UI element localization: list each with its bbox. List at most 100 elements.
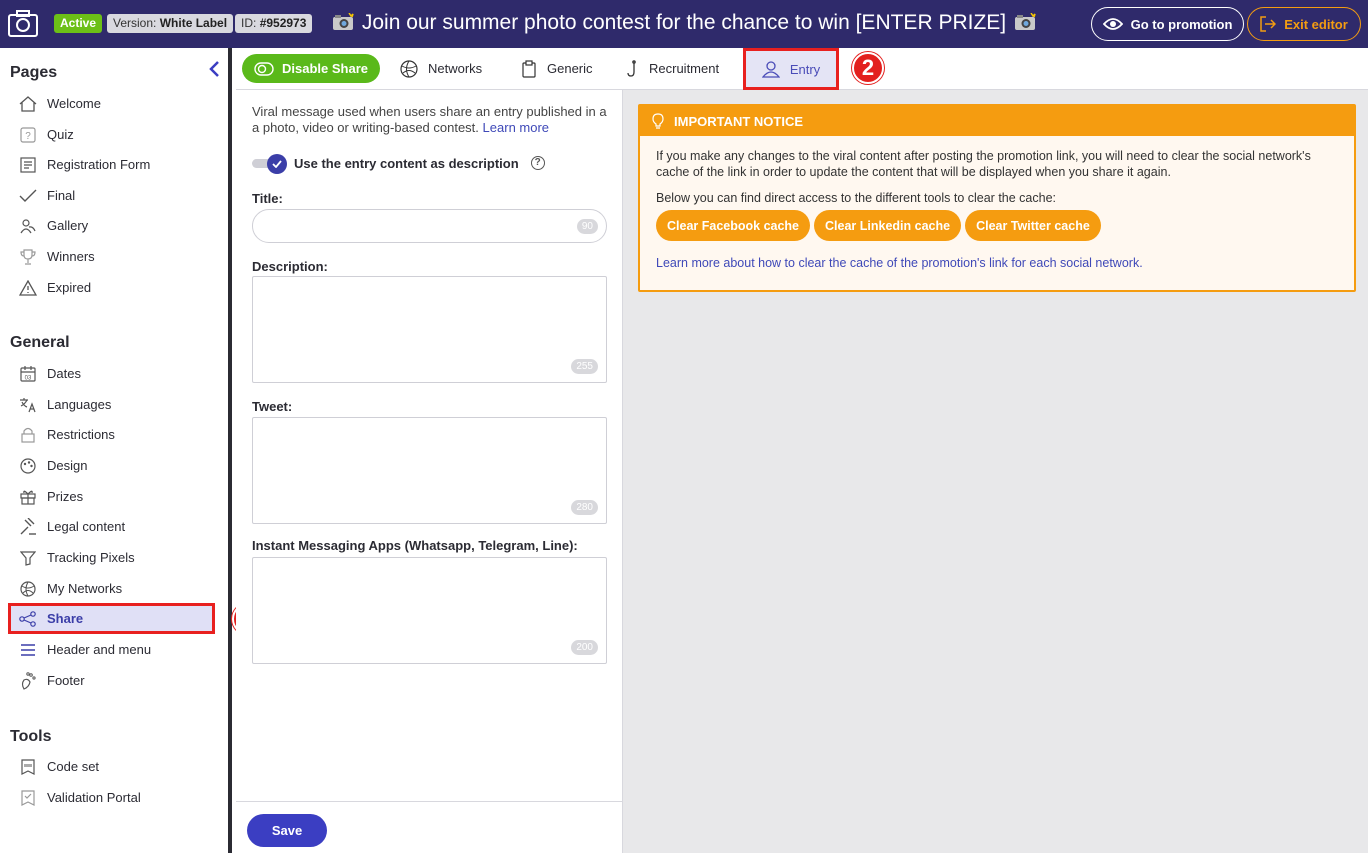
tab-generic[interactable]: Generic xyxy=(521,54,593,83)
svg-text:03: 03 xyxy=(25,375,32,381)
entry-share-form: Viral message used when users share an e… xyxy=(236,90,623,853)
calendar-icon: 03 xyxy=(19,365,37,383)
tools-section-title: Tools xyxy=(10,728,52,745)
title-label: Title: xyxy=(252,191,283,206)
sidebar-item-quiz[interactable]: ? Quiz xyxy=(10,121,213,148)
notice-header: IMPORTANT NOTICE xyxy=(640,106,1354,136)
description-textarea[interactable]: 255 xyxy=(252,276,607,383)
general-section-title: General xyxy=(10,334,70,351)
sidebar-item-welcome[interactable]: Welcome xyxy=(10,90,213,117)
toggle-eye-icon xyxy=(254,61,274,76)
sidebar-item-header-and-menu[interactable]: Header and menu xyxy=(10,636,213,663)
form-icon xyxy=(19,156,37,174)
tweet-textarea[interactable]: 280 xyxy=(252,417,607,524)
lock-icon xyxy=(19,426,37,444)
use-entry-toggle-row: Use the entry content as description ? xyxy=(252,154,545,174)
top-bar: Active Version: White Label ID: #952973 … xyxy=(0,0,1368,48)
sidebar-item-expired[interactable]: Expired xyxy=(10,274,213,301)
main-panel: IMPORTANT NOTICE If you make any changes… xyxy=(623,90,1368,853)
palette-icon xyxy=(19,457,37,475)
pages-section-title: Pages xyxy=(10,64,58,81)
sidebar-item-tracking-pixels[interactable]: Tracking Pixels xyxy=(10,544,213,571)
globe-icon xyxy=(400,59,418,78)
globe-icon xyxy=(19,580,37,598)
save-button[interactable]: Save xyxy=(247,814,327,847)
id-badge: ID: #952973 xyxy=(235,14,313,33)
status-badge: Active xyxy=(54,14,103,33)
translate-icon xyxy=(19,396,37,414)
user-icon xyxy=(761,61,780,78)
lightbulb-icon xyxy=(652,113,664,129)
title-char-count: 90 xyxy=(576,219,598,234)
sidebar-item-winners[interactable]: Winners xyxy=(10,243,213,270)
gift-icon xyxy=(19,488,37,506)
annotation-callout-2: 2 xyxy=(852,52,884,84)
sidebar-item-prizes[interactable]: Prizes xyxy=(10,483,213,510)
sidebar-item-validation-portal[interactable]: Validation Portal xyxy=(10,784,213,811)
exit-icon xyxy=(1260,16,1277,32)
tab-networks[interactable]: Networks xyxy=(400,54,482,83)
camera-flash-icon xyxy=(1014,13,1036,30)
instant-messaging-char-count: 200 xyxy=(571,640,598,655)
instant-messaging-textarea[interactable]: 200 xyxy=(252,557,607,664)
gavel-icon xyxy=(19,517,37,536)
promotion-title: Join our summer photo contest for the ch… xyxy=(330,11,1038,35)
save-bar: Save xyxy=(236,801,622,853)
sidebar-item-legal-content[interactable]: Legal content xyxy=(10,513,213,540)
title-input[interactable]: 90 xyxy=(252,209,607,243)
notice-text: If you make any changes to the viral con… xyxy=(656,149,1311,179)
question-icon: ? xyxy=(19,126,37,144)
code-icon xyxy=(19,758,37,776)
clear-twitter-cache-button[interactable]: Clear Twitter cache xyxy=(965,210,1101,241)
footprint-icon xyxy=(19,671,37,690)
tweet-label: Tweet: xyxy=(252,399,293,414)
camera-logo-icon[interactable] xyxy=(8,10,38,38)
sidebar-item-footer[interactable]: Footer xyxy=(10,667,213,694)
funnel-icon xyxy=(19,549,37,567)
home-icon xyxy=(19,95,37,113)
learn-more-link[interactable]: Learn more xyxy=(483,120,549,135)
sidebar-item-languages[interactable]: Languages xyxy=(10,391,213,418)
description-char-count: 255 xyxy=(571,359,598,374)
validation-icon xyxy=(19,789,37,807)
version-badge: Version: White Label xyxy=(107,14,234,33)
eye-icon xyxy=(1102,18,1123,30)
sidebar-item-restrictions[interactable]: Restrictions xyxy=(10,421,213,448)
svg-text:?: ? xyxy=(25,131,31,142)
clear-cache-help-link[interactable]: Learn more about how to clear the cache … xyxy=(656,255,1338,271)
check-icon xyxy=(19,187,37,205)
tab-recruitment[interactable]: Recruitment xyxy=(627,54,719,83)
important-notice: IMPORTANT NOTICE If you make any changes… xyxy=(638,104,1356,292)
collapse-sidebar-icon[interactable] xyxy=(206,60,224,78)
clear-linkedin-cache-button[interactable]: Clear Linkedin cache xyxy=(814,210,962,241)
tweet-char-count: 280 xyxy=(571,500,598,515)
sidebar-item-gallery[interactable]: Gallery xyxy=(10,212,213,239)
help-icon[interactable]: ? xyxy=(530,156,545,170)
disable-share-button[interactable]: Disable Share xyxy=(242,54,380,83)
sidebar: Pages Welcome ? Quiz Registration Form Fi… xyxy=(0,48,232,853)
clipboard-icon xyxy=(522,59,536,78)
description-label: Description: xyxy=(252,259,328,274)
menu-icon xyxy=(19,641,37,659)
clear-facebook-cache-button[interactable]: Clear Facebook cache xyxy=(656,210,811,241)
notice-text-tools: Below you can find direct access to the … xyxy=(656,191,1056,205)
go-to-promotion-button[interactable]: Go to promotion xyxy=(1091,7,1244,41)
sidebar-item-my-networks[interactable]: My Networks xyxy=(10,575,213,602)
tab-entry[interactable]: Entry xyxy=(743,48,839,90)
share-icon xyxy=(19,610,37,628)
hook-icon xyxy=(627,59,636,77)
share-tabs-bar: Disable Share Networks Generic Recruitme… xyxy=(236,48,1368,90)
exit-editor-button[interactable]: Exit editor xyxy=(1247,7,1361,41)
sidebar-item-dates[interactable]: 03 Dates xyxy=(10,360,213,387)
sidebar-item-final[interactable]: Final xyxy=(10,182,213,209)
sidebar-item-share[interactable]: Share xyxy=(8,603,215,634)
sidebar-item-code-set[interactable]: Code set xyxy=(10,753,213,780)
intro-text: Viral message used when users share an e… xyxy=(252,104,607,135)
sidebar-item-design[interactable]: Design xyxy=(10,452,213,479)
camera-flash-icon xyxy=(333,13,354,30)
sidebar-item-registration-form[interactable]: Registration Form xyxy=(10,151,213,178)
instant-messaging-label: Instant Messaging Apps (Whatsapp, Telegr… xyxy=(252,538,578,553)
trophy-icon xyxy=(19,248,37,266)
use-entry-toggle[interactable] xyxy=(252,154,288,174)
gallery-icon xyxy=(19,217,37,235)
